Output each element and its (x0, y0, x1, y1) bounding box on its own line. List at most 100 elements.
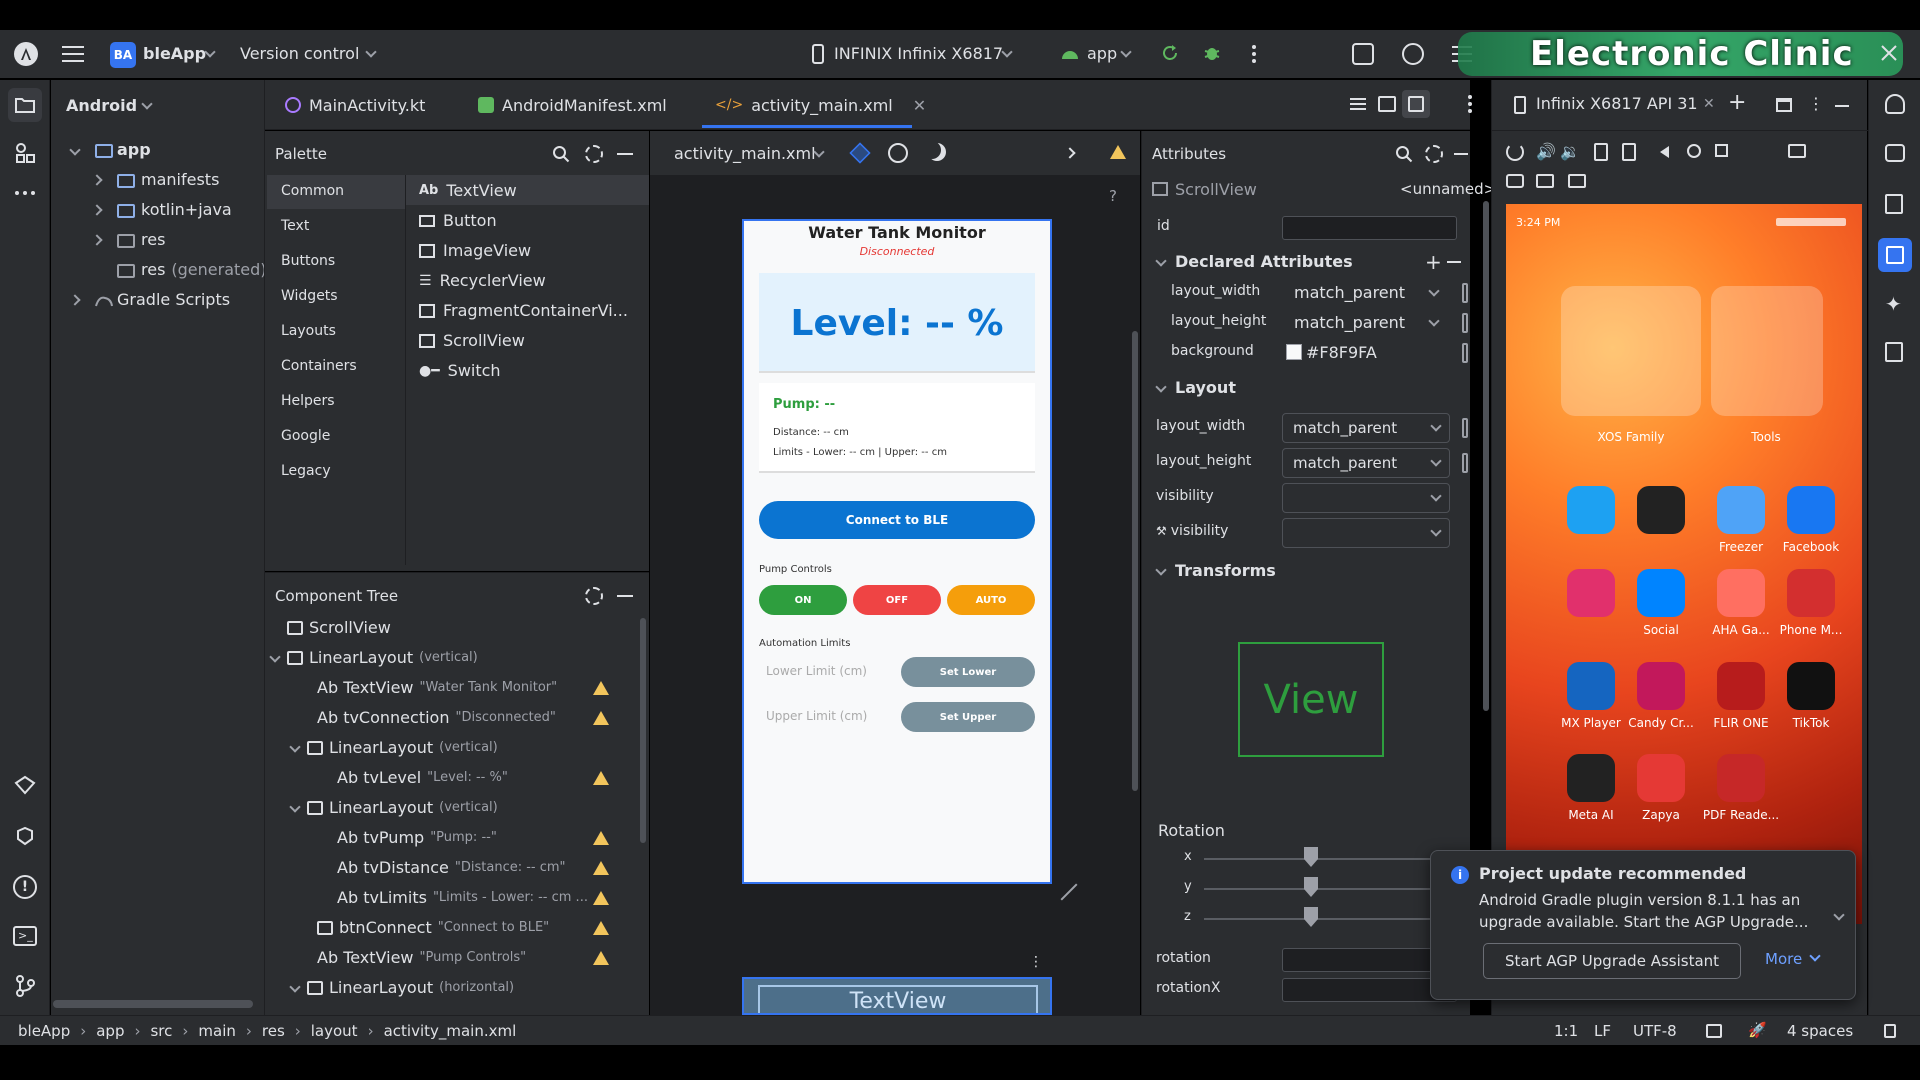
preview-auto-button[interactable]: AUTO (947, 585, 1035, 615)
code-view-icon[interactable] (1350, 97, 1366, 111)
preview-automation-label[interactable]: Automation Limits (759, 638, 850, 649)
palette-category-helpers[interactable]: Helpers (281, 393, 335, 409)
chevron-down-icon[interactable] (1428, 285, 1440, 297)
window-icon[interactable] (1776, 98, 1792, 112)
remove-attribute-icon[interactable] (1447, 261, 1461, 263)
notifications-icon[interactable] (1885, 94, 1905, 114)
transforms-header[interactable]: Transforms (1175, 561, 1276, 580)
gear-icon[interactable] (585, 587, 603, 605)
layout-header[interactable]: Layout (1175, 378, 1236, 397)
expand-arrow-icon[interactable] (69, 144, 81, 156)
project-view-selector[interactable]: Android (66, 96, 137, 115)
design-view-button[interactable] (1402, 90, 1430, 118)
split-view-icon[interactable] (1378, 96, 1396, 112)
warning-icon[interactable] (593, 951, 609, 965)
mirror-icon[interactable] (1788, 144, 1806, 158)
palette-item-imageview[interactable]: ImageView (419, 241, 531, 260)
component-tree-node[interactable]: Ab TextView "Water Tank Monitor" (317, 678, 557, 697)
gradle-sync-icon[interactable] (1352, 43, 1374, 65)
breadcrumb-item[interactable]: res (262, 1022, 285, 1040)
resize-handle-icon[interactable] (1060, 883, 1078, 901)
breadcrumb-item[interactable]: main (198, 1022, 235, 1040)
chevron-down-icon[interactable] (1428, 315, 1440, 327)
rotation-z-slider[interactable] (1204, 918, 1436, 920)
folder-xos-family[interactable] (1561, 286, 1701, 416)
tab-activity-main[interactable]: </> activity_main.xml ✕ (715, 80, 926, 130)
caret-position[interactable]: 1:1 (1554, 1022, 1578, 1040)
app-icon[interactable] (1637, 486, 1685, 534)
palette-category-layouts[interactable]: Layouts (281, 323, 336, 339)
visibility-dropdown[interactable] (1282, 483, 1450, 513)
component-tree-node[interactable]: Ab tvConnection "Disconnected" (317, 708, 556, 727)
project-tool-button[interactable] (8, 88, 42, 122)
app-icon[interactable] (1637, 662, 1685, 710)
expand-arrow-icon[interactable] (289, 801, 301, 813)
breadcrumb-item[interactable]: bleApp (18, 1022, 70, 1040)
search-icon[interactable] (552, 145, 570, 163)
start-agp-upgrade-button[interactable]: Start AGP Upgrade Assistant (1483, 943, 1741, 979)
app-icon[interactable] (1567, 662, 1615, 710)
tree-item-res-generated[interactable]: res (generated) (141, 260, 267, 279)
device-selector[interactable]: INFINIX Infinix X6817 (834, 44, 1003, 63)
vertical-scrollbar[interactable] (1483, 201, 1489, 711)
palette-category-widgets[interactable]: Widgets (281, 288, 338, 304)
indent-setting[interactable]: 4 spaces (1787, 1022, 1853, 1040)
preview-set-upper-button[interactable]: Set Upper (901, 702, 1035, 732)
preview-connect-button[interactable]: Connect to BLE (759, 501, 1035, 539)
preview-upper-input[interactable]: Upper Limit (cm) (766, 709, 867, 723)
rotation-x-slider[interactable] (1204, 858, 1436, 860)
preview-level[interactable]: Level: -- % (759, 303, 1035, 344)
tab-androidmanifest[interactable]: AndroidManifest.xml (478, 80, 667, 130)
gemini-icon[interactable] (1885, 144, 1905, 162)
slider-thumb[interactable] (1304, 847, 1318, 867)
minimize-icon[interactable] (617, 595, 633, 597)
volume-up-icon[interactable]: 🔊 (1536, 142, 1556, 161)
vertical-scrollbar[interactable] (640, 618, 646, 843)
add-device-icon[interactable]: + (1728, 90, 1746, 115)
preview-pump[interactable]: Pump: -- (773, 397, 835, 412)
record-icon[interactable] (1536, 174, 1554, 188)
more-link[interactable]: More (1765, 950, 1802, 968)
tab-mainactivity[interactable]: MainActivity.kt (285, 80, 425, 130)
close-tab-icon[interactable]: ✕ (913, 96, 926, 115)
more-options-icon[interactable] (1252, 44, 1256, 64)
preview-status[interactable]: Disconnected (744, 245, 1050, 258)
warning-icon[interactable] (593, 861, 609, 875)
orientation-icon[interactable] (888, 143, 908, 163)
palette-item-switch[interactable]: ●━ Switch (419, 361, 501, 380)
project-badge[interactable]: BA (110, 42, 136, 68)
warning-icon[interactable] (593, 831, 609, 845)
file-encoding[interactable]: UTF-8 (1633, 1022, 1677, 1040)
layout-preview[interactable]: Water Tank Monitor Disconnected Level: -… (742, 219, 1052, 884)
app-icon[interactable] (1717, 569, 1765, 617)
palette-category-legacy[interactable]: Legacy (281, 463, 331, 479)
logcat-icon[interactable] (14, 825, 36, 847)
tree-item-app[interactable]: app (117, 140, 151, 159)
run-config-selector[interactable]: app (1087, 44, 1117, 63)
preview-title[interactable]: Water Tank Monitor (744, 223, 1050, 242)
collapsed-arrow-icon[interactable] (69, 294, 81, 306)
warning-icon[interactable] (593, 891, 609, 905)
android-studio-logo-icon[interactable] (14, 42, 38, 66)
breadcrumb-item[interactable]: app (96, 1022, 124, 1040)
gear-icon[interactable] (1425, 145, 1443, 163)
app-icon[interactable] (1637, 754, 1685, 802)
vertical-scrollbar[interactable] (1132, 331, 1138, 791)
preview-on-button[interactable]: ON (759, 585, 847, 615)
close-icon[interactable] (1880, 44, 1898, 62)
inspections-icon[interactable]: 🚀 (1748, 1021, 1767, 1039)
breadcrumb-item[interactable]: activity_main.xml (384, 1022, 517, 1040)
expand-icon[interactable] (1833, 909, 1845, 921)
palette-item-scrollview[interactable]: ScrollView (419, 331, 525, 350)
structure-icon[interactable] (14, 142, 36, 164)
expand-arrow-icon[interactable] (269, 651, 281, 663)
breadcrumb-item[interactable]: src (150, 1022, 172, 1040)
tools-visibility-dropdown[interactable] (1282, 518, 1450, 548)
app-icon[interactable] (1787, 662, 1835, 710)
night-mode-icon[interactable] (928, 143, 946, 161)
palette-category-common[interactable]: Common (281, 183, 344, 199)
collapse-arrow-icon[interactable] (1155, 255, 1167, 267)
app-icon[interactable] (1637, 569, 1685, 617)
preview-distance[interactable]: Distance: -- cm (773, 427, 849, 438)
line-ending[interactable]: LF (1594, 1022, 1611, 1040)
